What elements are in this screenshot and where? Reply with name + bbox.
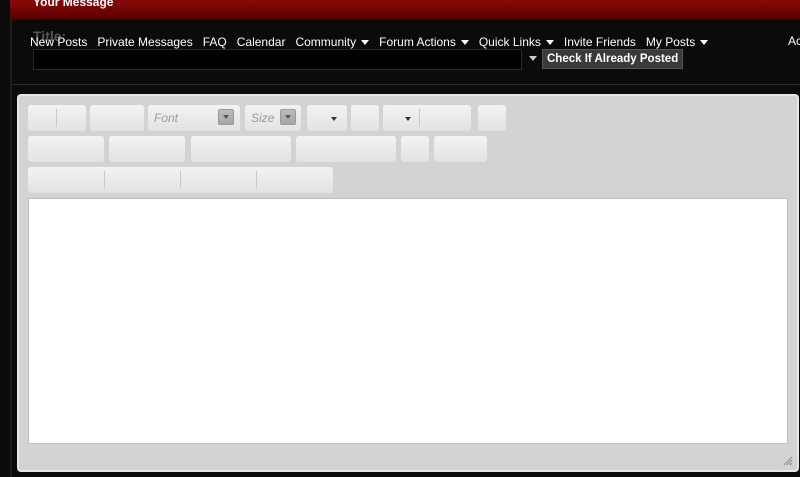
- toolbar-button[interactable]: [401, 136, 429, 162]
- toolbar-button[interactable]: [296, 136, 396, 162]
- caret-down-icon: [405, 117, 411, 121]
- prefix-dropdown-icon[interactable]: [529, 56, 537, 61]
- nav-forum-actions[interactable]: Forum Actions: [379, 34, 469, 50]
- font-select[interactable]: Font: [148, 105, 240, 131]
- nav-label: My Posts: [645, 35, 696, 49]
- section-header: Your Message: [10, 0, 800, 20]
- nav-label: New Posts: [30, 35, 88, 49]
- toolbar-button[interactable]: [109, 136, 185, 162]
- size-select[interactable]: Size: [245, 105, 301, 131]
- toolbar-button[interactable]: [351, 105, 379, 131]
- left-border: [10, 19, 12, 477]
- caret-down-icon: [361, 40, 370, 45]
- nav-new-posts[interactable]: New Posts: [30, 34, 87, 50]
- chevron-down-icon: [218, 109, 234, 125]
- toolbar-button-group[interactable]: [383, 105, 471, 131]
- nav-overflow-item[interactable]: Ac: [788, 34, 800, 48]
- nav-label: Community: [295, 35, 357, 49]
- nav-label: Calendar: [236, 35, 286, 49]
- resize-grip-icon[interactable]: [783, 456, 793, 466]
- caret-down-icon: [331, 117, 337, 121]
- toolbar-separator: [56, 109, 57, 127]
- nav-faq[interactable]: FAQ: [203, 34, 227, 50]
- toolbar-button[interactable]: [478, 105, 506, 131]
- nav-label: Private Messages: [97, 35, 193, 49]
- toolbar-button-group[interactable]: [28, 105, 86, 131]
- nav-private-messages[interactable]: Private Messages: [97, 34, 192, 50]
- caret-down-icon: [460, 40, 469, 45]
- check-already-posted-button[interactable]: Check If Already Posted: [542, 49, 684, 69]
- chevron-down-icon: [280, 109, 296, 125]
- text-color-select[interactable]: [307, 105, 347, 131]
- navbar: New Posts Private Messages FAQ Calendar …: [30, 34, 718, 50]
- nav-label: Invite Friends: [563, 35, 636, 49]
- section-title: Your Message: [33, 0, 114, 9]
- toolbar-button[interactable]: [90, 105, 144, 131]
- toolbar-separator: [180, 171, 181, 189]
- message-editor: Font Size: [17, 94, 799, 472]
- toolbar-button[interactable]: [434, 136, 487, 162]
- nav-my-posts[interactable]: My Posts: [645, 34, 709, 50]
- message-textarea[interactable]: [28, 198, 788, 444]
- caret-down-icon: [700, 40, 709, 45]
- nav-label: FAQ: [202, 35, 227, 49]
- nav-label: Forum Actions: [379, 35, 456, 49]
- title-input[interactable]: [33, 49, 522, 70]
- divider: [12, 84, 800, 85]
- toolbar-separator: [256, 171, 257, 189]
- nav-label: Quick Links: [478, 35, 541, 49]
- toolbar-separator: [419, 109, 420, 127]
- caret-down-icon: [545, 40, 554, 45]
- nav-community[interactable]: Community: [295, 34, 370, 50]
- toolbar-separator: [104, 171, 105, 189]
- toolbar-button[interactable]: [191, 136, 291, 162]
- toolbar-button[interactable]: [28, 136, 104, 162]
- size-select-label: Size: [251, 111, 275, 125]
- nav-invite-friends[interactable]: Invite Friends: [564, 34, 636, 50]
- toolbar-button-group[interactable]: [28, 167, 333, 193]
- nav-quick-links[interactable]: Quick Links: [479, 34, 554, 50]
- nav-calendar[interactable]: Calendar: [237, 34, 286, 50]
- font-select-label: Font: [154, 111, 179, 125]
